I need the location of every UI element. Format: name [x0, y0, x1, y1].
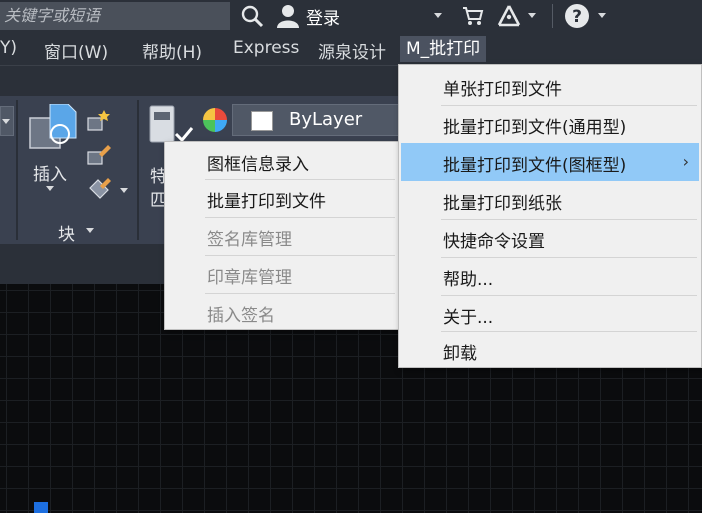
chevron-right-icon: › — [682, 152, 689, 171]
login-dropdown-icon[interactable] — [434, 13, 442, 18]
help-icon[interactable]: ? — [564, 3, 590, 29]
batch-print-menu: 单张打印到文件 批量打印到文件(通用型) 批量打印到文件(图框型) › 批量打印… — [398, 64, 702, 368]
edit-block-icon[interactable] — [86, 142, 112, 166]
menu-item-help[interactable]: 帮助... — [399, 257, 701, 295]
submenu-item-batch-print-file[interactable]: 批量打印到文件 — [165, 179, 399, 217]
layer-color-value: ByLayer — [289, 109, 363, 130]
block-panel-expand-icon[interactable] — [86, 228, 94, 233]
color-wheel-icon[interactable] — [202, 107, 228, 133]
menu-item-window[interactable]: 窗口(W) — [44, 38, 108, 63]
toolbar-separator — [552, 4, 553, 28]
block-panel-label[interactable]: 块 — [58, 220, 75, 245]
menu-item-help[interactable]: 帮助(H) — [142, 38, 202, 63]
block-attribute-dropdown-icon[interactable] — [120, 188, 128, 193]
color-swatch — [251, 111, 273, 131]
ucs-marker — [34, 502, 48, 513]
menu-item-yuanquan[interactable]: 源泉设计 — [318, 38, 386, 63]
submenu-item-frame-info[interactable]: 图框信息录入 — [165, 142, 399, 180]
network-dropdown-icon[interactable] — [528, 13, 536, 18]
create-block-icon[interactable] — [86, 108, 112, 132]
network-icon[interactable] — [496, 4, 522, 28]
panel-divider — [137, 100, 139, 240]
menu-item-uninstall[interactable]: 卸载 — [399, 331, 701, 369]
insert-label[interactable]: 插入 — [33, 160, 67, 185]
user-icon[interactable] — [276, 3, 300, 29]
menu-item-shortcut-settings[interactable]: 快捷命令设置 — [399, 219, 701, 257]
menu-bar: Y) 窗口(W) 帮助(H) Express 源泉设计 M_批打印 — [0, 32, 702, 66]
menu-item-batch-print-generic[interactable]: 批量打印到文件(通用型) — [399, 105, 701, 143]
block-attribute-icon[interactable] — [86, 176, 112, 200]
panel-divider — [16, 100, 18, 240]
insert-block-icon[interactable] — [28, 104, 78, 154]
insert-dropdown-icon[interactable] — [46, 186, 54, 191]
batch-print-submenu: 图框信息录入 批量打印到文件 签名库管理 印章库管理 插入签名 — [164, 141, 400, 330]
login-label[interactable]: 登录 — [306, 4, 340, 29]
match-properties-icon[interactable] — [148, 104, 194, 146]
menu-item-batch-print-frame[interactable]: 批量打印到文件(图框型) › — [401, 143, 699, 181]
svg-text:?: ? — [572, 7, 582, 27]
submenu-item-stamp-library: 印章库管理 — [207, 268, 292, 288]
menu-item-partial[interactable]: Y) — [0, 38, 17, 58]
app-window: 关键字或短语 登录 ? Y) 窗口(W) 帮助(H) Express 源泉设计 … — [0, 0, 702, 513]
search-input[interactable]: 关键字或短语 — [0, 2, 230, 30]
submenu-item-signature-library: 签名库管理 — [207, 230, 292, 250]
menu-item-express[interactable]: Express — [233, 38, 299, 58]
menu-item-single-print-file[interactable]: 单张打印到文件 — [399, 67, 701, 105]
help-dropdown-icon[interactable] — [598, 13, 606, 18]
menu-item-batch-print-paper[interactable]: 批量打印到纸张 — [399, 181, 701, 219]
partial-dropdown-icon — [2, 119, 10, 124]
search-icon[interactable] — [240, 4, 264, 28]
submenu-item-insert-signature: 插入签名 — [207, 306, 275, 326]
title-bar: 关键字或短语 登录 ? — [0, 0, 702, 32]
cart-icon[interactable] — [462, 5, 484, 27]
menu-item-batch-print[interactable]: M_批打印 — [400, 36, 487, 62]
menu-item-about[interactable]: 关于... — [399, 295, 701, 333]
layer-color-select[interactable]: ByLayer — [232, 104, 402, 136]
